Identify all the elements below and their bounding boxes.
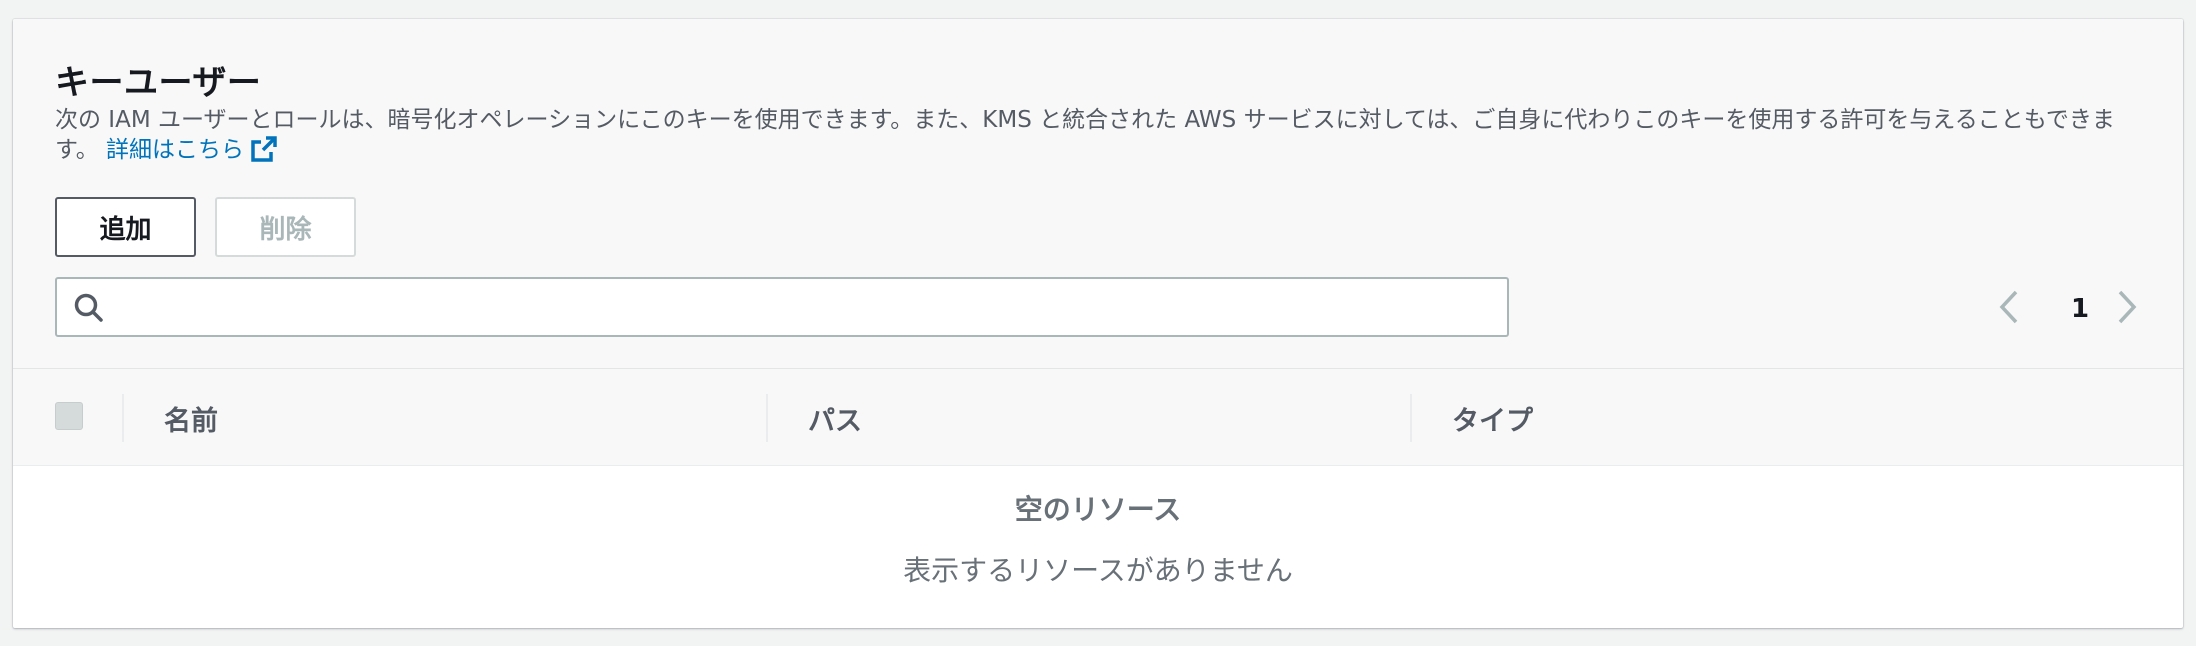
previous-page-icon[interactable]	[1997, 289, 2021, 329]
table-header	[13, 369, 2183, 466]
key-users-panel: キーユーザー 次の IAM ユーザーとロールは、暗号化オペレーションにこのキーを…	[13, 19, 2183, 628]
learn-more-label: 詳細はこちら	[106, 137, 245, 163]
empty-state-title: 空のリソース	[1014, 493, 1182, 526]
column-divider[interactable]	[1410, 394, 1412, 442]
panel-header: キーユーザー 次の IAM ユーザーとロールは、暗号化オペレーションにこのキーを…	[13, 19, 2183, 369]
column-header-type[interactable]: タイプ	[1452, 399, 1533, 438]
remove-button[interactable]: 削除	[215, 197, 356, 257]
search-input[interactable]	[117, 287, 1487, 327]
current-page-number[interactable]: 1	[2065, 294, 2095, 324]
column-header-path[interactable]: パス	[808, 399, 862, 438]
section-title: キーユーザー	[55, 63, 262, 103]
learn-more-link[interactable]: 詳細はこちら	[106, 136, 278, 163]
description-text: 次の IAM ユーザーとロールは、暗号化オペレーションにこのキーを使用できます。…	[55, 107, 2115, 163]
column-divider[interactable]	[122, 394, 124, 442]
add-button[interactable]: 追加	[55, 197, 196, 257]
search-box	[55, 277, 1509, 337]
search-icon	[73, 292, 105, 328]
external-link-icon	[250, 135, 278, 171]
column-header-name[interactable]: 名前	[164, 399, 218, 438]
section-description: 次の IAM ユーザーとロールは、暗号化オペレーションにこのキーを使用できます。…	[55, 105, 2135, 171]
empty-state-message: 表示するリソースがありません	[903, 554, 1293, 587]
select-all-checkbox[interactable]	[55, 402, 83, 430]
next-page-icon[interactable]	[2115, 289, 2139, 329]
column-divider[interactable]	[766, 394, 768, 442]
